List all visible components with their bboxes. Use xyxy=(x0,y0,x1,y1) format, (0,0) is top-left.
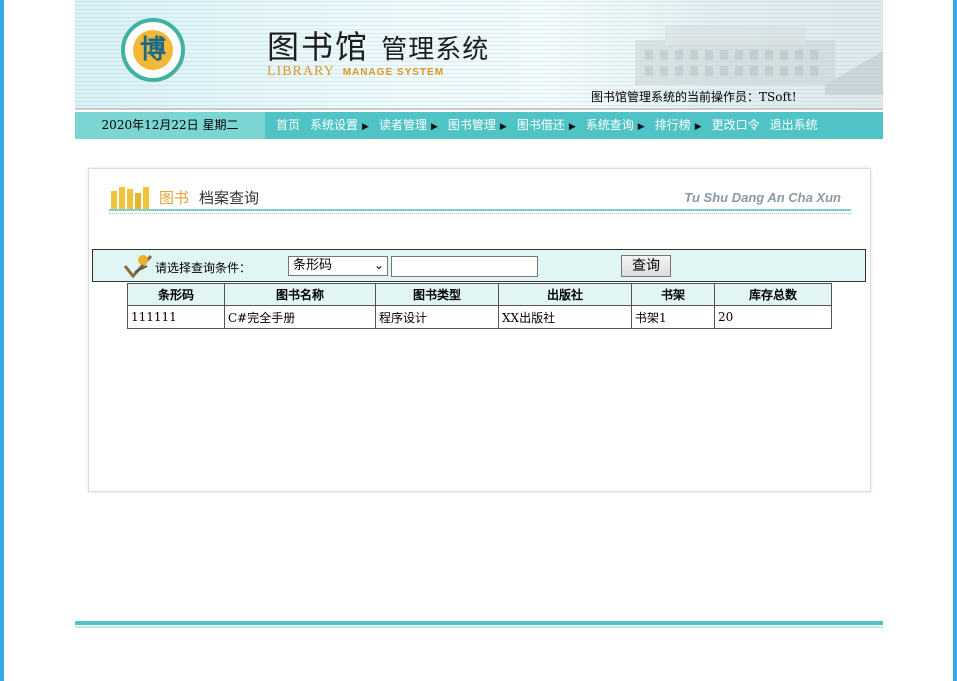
title-en: LIBRARY xyxy=(267,64,335,79)
cell-stock-total: 20 xyxy=(714,305,832,329)
right-edge-bar xyxy=(953,0,957,681)
results-table: 条形码 图书名称 图书类型 出版社 书架 库存总数 111111 C#完全手册 … xyxy=(127,283,832,329)
nav-item-label: 图书借还 xyxy=(516,118,565,132)
query-field-select[interactable]: 条形码 ⌄ xyxy=(288,256,388,276)
page-frame: 博 图书馆 管理系统 LIBRARY MANAGE SYSTEM 图书馆管理系统的… xyxy=(75,0,883,628)
column-header-barcode: 条形码 xyxy=(127,283,225,306)
building-illustration xyxy=(635,25,883,95)
submenu-arrow-icon: ▶ xyxy=(499,122,507,132)
header-banner: 博 图书馆 管理系统 LIBRARY MANAGE SYSTEM 图书馆管理系统的… xyxy=(75,0,883,110)
content-panel: 图书 档案查询 Tu Shu Dang An Cha Xun 请选择查询条件： … xyxy=(88,168,871,492)
section-header: 图书 档案查询 Tu Shu Dang An Cha Xun xyxy=(109,183,851,214)
submenu-arrow-icon: ▶ xyxy=(694,122,702,132)
query-bar: 请选择查询条件： 条形码 ⌄ 查询 xyxy=(92,249,866,282)
nav-item-reader-management[interactable]: 读者管理 ▶ xyxy=(374,112,443,139)
table-row: 111111 C#完全手册 程序设计 XX出版社 书架1 20 xyxy=(127,305,832,329)
main-navbar: 2020年12月22日 星期二 首页 系统设置 ▶ 读者管理 ▶ 图书管理 ▶ 图书借… xyxy=(75,112,883,139)
nav-item-label: 图书管理 xyxy=(447,118,496,132)
title-main: 图书馆 xyxy=(267,28,370,66)
section-title: 档案查询 xyxy=(199,189,260,207)
column-header-publisher: 出版社 xyxy=(498,283,632,306)
cell-book-type: 程序设计 xyxy=(375,305,499,329)
title-sub: 管理系统 xyxy=(381,35,490,65)
cell-shelf: 书架1 xyxy=(631,305,715,329)
nav-item-label: 更改口令 xyxy=(711,118,760,132)
section-rule xyxy=(109,209,851,211)
column-header-book-name: 图书名称 xyxy=(224,283,376,306)
system-title-english: LIBRARY MANAGE SYSTEM xyxy=(267,64,444,80)
nav-item-borrow-return[interactable]: 图书借还 ▶ xyxy=(512,112,581,139)
section-title-highlight: 图书 xyxy=(159,189,190,207)
cell-publisher: XX出版社 xyxy=(498,305,632,329)
nav-item-book-management[interactable]: 图书管理 ▶ xyxy=(443,112,512,139)
query-button[interactable]: 查询 xyxy=(621,255,671,277)
checkmark-pen-icon xyxy=(123,254,153,279)
column-header-shelf: 书架 xyxy=(631,283,715,306)
column-header-book-type: 图书类型 xyxy=(375,283,499,306)
nav-item-change-password[interactable]: 更改口令 xyxy=(707,112,765,139)
section-dotted-rule xyxy=(109,213,851,214)
table-header-row: 条形码 图书名称 图书类型 出版社 书架 库存总数 xyxy=(127,283,832,306)
footer-rule xyxy=(75,621,883,625)
chevron-down-icon: ⌄ xyxy=(373,258,384,272)
nav-item-label: 排行榜 xyxy=(654,118,691,132)
title-en-small: MANAGE SYSTEM xyxy=(342,67,445,78)
nav-item-label: 系统设置 xyxy=(310,118,359,132)
submenu-arrow-icon: ▶ xyxy=(568,122,576,132)
section-bars-icon xyxy=(111,187,149,209)
cell-book-name: C#完全手册 xyxy=(224,305,376,329)
cell-barcode: 111111 xyxy=(127,305,225,329)
nav-item-logout[interactable]: 退出系统 xyxy=(765,112,823,139)
header-divider xyxy=(75,108,883,110)
system-title: 图书馆 管理系统 xyxy=(267,22,489,68)
query-keyword-input[interactable] xyxy=(391,256,538,277)
nav-item-label: 退出系统 xyxy=(769,118,818,132)
footer-rule-light xyxy=(75,626,883,628)
nav-menu: 首页 系统设置 ▶ 读者管理 ▶ 图书管理 ▶ 图书借还 ▶ 系统查询 ▶ 排行榜 ▶ 更改… xyxy=(271,112,823,139)
selected-option: 条形码 xyxy=(293,258,333,273)
library-logo: 博 xyxy=(121,18,185,82)
nav-item-home[interactable]: 首页 xyxy=(271,112,305,139)
nav-item-system-settings[interactable]: 系统设置 ▶ xyxy=(305,112,374,139)
nav-item-system-query[interactable]: 系统查询 ▶ xyxy=(581,112,650,139)
submenu-arrow-icon: ▶ xyxy=(637,122,645,132)
query-condition-label: 请选择查询条件： xyxy=(155,261,252,275)
submenu-arrow-icon: ▶ xyxy=(430,122,438,132)
nav-item-label: 读者管理 xyxy=(378,118,427,132)
left-edge-bar xyxy=(0,0,4,681)
column-header-stock-total: 库存总数 xyxy=(714,283,832,306)
nav-item-ranking[interactable]: 排行榜 ▶ xyxy=(650,112,707,139)
nav-item-label: 首页 xyxy=(276,118,301,132)
logo-emblem: 博 xyxy=(133,30,173,70)
submenu-arrow-icon: ▶ xyxy=(362,122,369,132)
section-title-pinyin: Tu Shu Dang An Cha Xun xyxy=(684,190,841,205)
nav-item-label: 系统查询 xyxy=(585,118,634,132)
operator-info: 图书馆管理系统的当前操作员：TSoft! xyxy=(591,90,797,104)
current-date: 2020年12月22日 星期二 xyxy=(75,112,265,139)
